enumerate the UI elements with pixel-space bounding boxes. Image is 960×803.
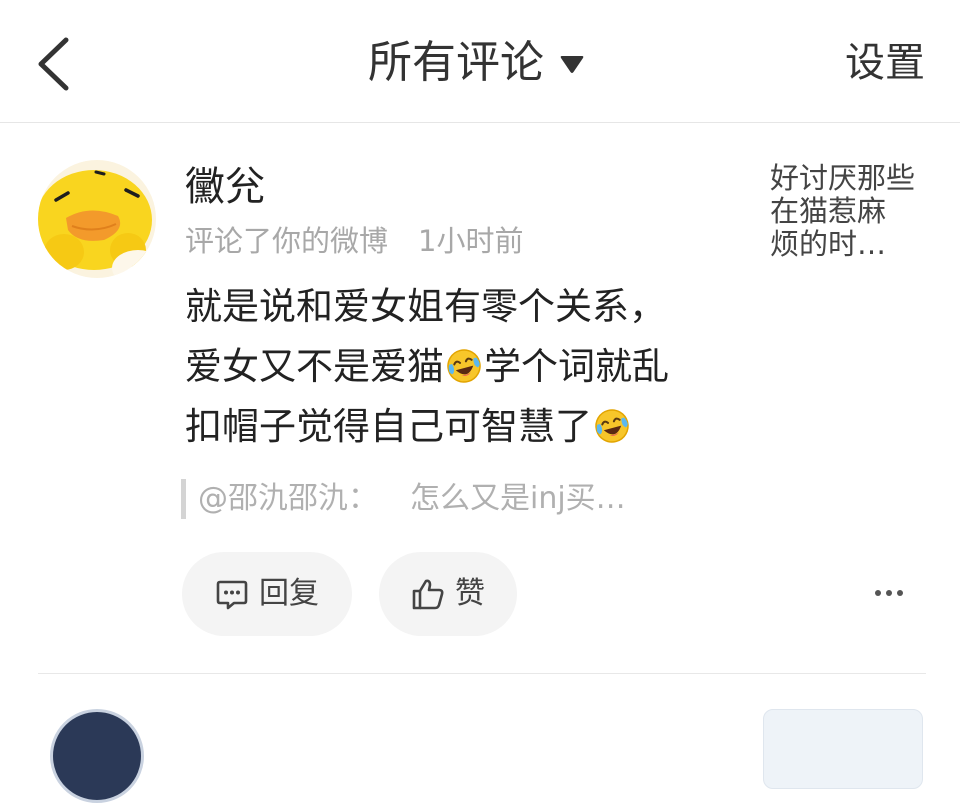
like-button[interactable]: 赞 <box>379 552 517 636</box>
chevron-left-icon <box>38 37 69 91</box>
avatar[interactable] <box>38 160 156 278</box>
preview-line: 在猫惹麻 <box>770 194 887 228</box>
nav-bar: 所有评论 设置 <box>0 0 960 123</box>
quote-bar <box>181 479 186 519</box>
back-button[interactable] <box>26 32 82 94</box>
duck-avatar <box>38 160 156 278</box>
username[interactable]: 黴兊 <box>185 162 265 212</box>
page-title: 所有评论 <box>368 37 544 88</box>
quoted-comment[interactable]: @邵氿邵氿： 怎么又是inj买… <box>198 478 626 520</box>
quote-text: 怎么又是inj买… <box>410 481 626 516</box>
comment-icon <box>216 580 248 610</box>
settings-button[interactable]: 设置 <box>845 36 925 90</box>
like-label: 赞 <box>455 576 485 611</box>
comment-meta: 评论了你的微博 1小时前 <box>185 222 523 260</box>
comment-text: 爱女又不是爱猫 <box>185 345 444 388</box>
caret-down-icon <box>560 56 584 73</box>
quote-author: @邵氿邵氿： <box>198 481 378 516</box>
divider <box>38 673 926 674</box>
source-thumbnail[interactable] <box>763 709 923 789</box>
laugh-cry-emoji <box>595 409 629 443</box>
more-icon <box>875 590 903 596</box>
comment-body: 就是说和爱女姐有零个关系， 爱女又不是爱猫 学个词就乱 扣帽子觉得自己可智慧了 <box>185 277 755 457</box>
thumbs-up-icon <box>412 579 444 610</box>
reply-button[interactable]: 回复 <box>182 552 352 636</box>
comment-body-line: 爱女又不是爱猫 学个词就乱 <box>185 337 755 397</box>
avatar-image[interactable] <box>50 709 144 803</box>
comment-body-line: 扣帽子觉得自己可智慧了 <box>185 397 755 457</box>
laugh-cry-emoji <box>447 349 481 383</box>
comment-text: 扣帽子觉得自己可智慧了 <box>185 405 592 448</box>
reply-label: 回复 <box>259 576 319 611</box>
more-button[interactable] <box>868 578 910 608</box>
source-post-preview[interactable]: 好讨厌那些 在猫惹麻 烦的时… <box>770 162 935 261</box>
title-dropdown[interactable]: 所有评论 <box>368 36 584 90</box>
comment-text: 就是说和爱女姐有零个关系， <box>185 285 666 328</box>
comment-time: 1小时前 <box>418 224 524 258</box>
comment-text: 学个词就乱 <box>484 345 669 388</box>
comment-action: 评论了你的微博 <box>185 224 389 258</box>
preview-line: 烦的时… <box>770 227 887 261</box>
comment-body-line: 就是说和爱女姐有零个关系， <box>185 277 755 337</box>
preview-line: 好讨厌那些 <box>770 161 916 195</box>
